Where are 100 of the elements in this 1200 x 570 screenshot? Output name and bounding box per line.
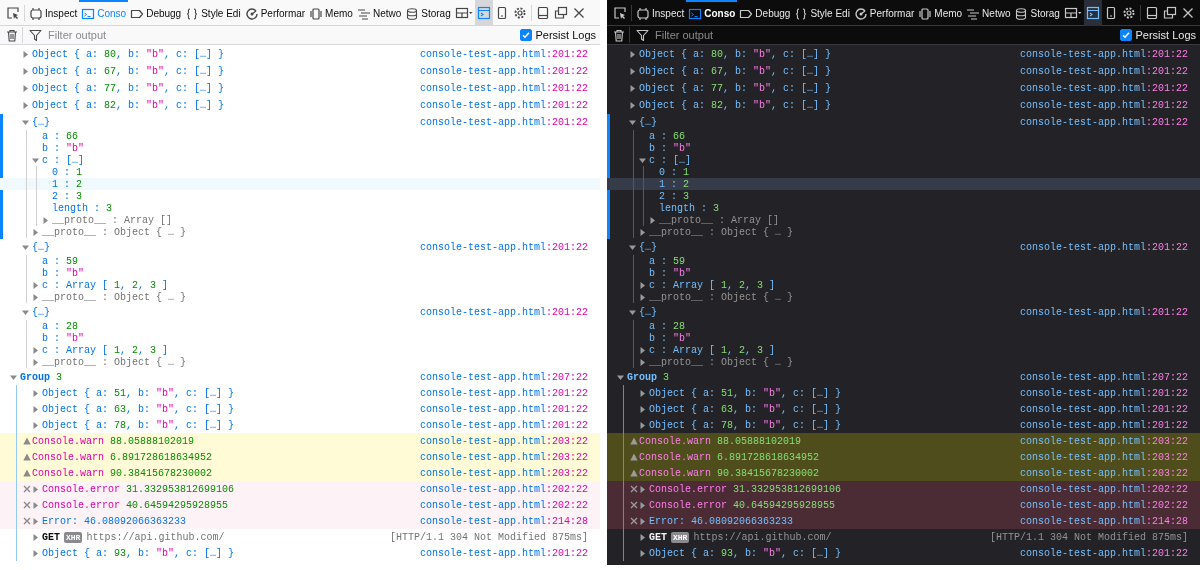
log-text: Object { a: 67, b: "b", c: […] } xyxy=(32,65,225,77)
source-link[interactable]: console-test-app.html:203:22 xyxy=(1019,467,1188,479)
source-link[interactable]: console-test-app.html:201:22 xyxy=(419,48,588,60)
request-method: GET xyxy=(649,531,667,543)
filter-field[interactable]: Filter output xyxy=(48,29,198,41)
source-link[interactable]: console-test-app.html:202:22 xyxy=(1019,499,1188,511)
source-link[interactable]: console-test-app.html:201:22 xyxy=(1019,241,1188,253)
log-text: c : […] xyxy=(42,154,84,166)
source-link[interactable]: console-test-app.html:201:22 xyxy=(1019,99,1188,111)
devtools-tab[interactable]: Inspect xyxy=(634,0,687,26)
source-link[interactable]: console-test-app.html:203:22 xyxy=(1019,451,1188,463)
log-text: c : Array [ 1, 2, 3 ] xyxy=(649,279,776,291)
log-text: c : […] xyxy=(649,154,691,166)
log-text: Object { a: 80, b: "b", c: […] } xyxy=(639,48,832,60)
log-text: Console.warn 6.891728618634952 xyxy=(639,451,820,463)
source-link[interactable]: console-test-app.html:201:22 xyxy=(419,387,588,399)
log-text: __proto__ : Object { … } xyxy=(649,226,794,238)
devtools-tab[interactable]: Style Edi xyxy=(792,0,852,26)
source-link[interactable]: console-test-app.html:201:22 xyxy=(1019,419,1188,431)
log-text: length : 3 xyxy=(659,202,720,214)
source-link[interactable]: console-test-app.html:202:22 xyxy=(419,483,588,495)
log-text: 2 : 3 xyxy=(52,190,83,202)
log-text: __proto__ : Object { … } xyxy=(42,356,187,368)
log-text: {…} xyxy=(639,306,657,318)
devtools-tab[interactable]: Style Edi xyxy=(183,0,243,26)
checkbox-label: Persist Logs xyxy=(535,29,596,41)
source-link[interactable]: console-test-app.html:201:22 xyxy=(1019,48,1188,60)
source-link[interactable]: console-test-app.html:201:22 xyxy=(419,306,588,318)
devtools-tab[interactable]: Debugg xyxy=(128,0,184,26)
source-link[interactable]: console-test-app.html:207:22 xyxy=(419,371,588,383)
xhr-badge: XHR xyxy=(64,531,83,543)
log-text: Console.warn 90.38415678230002 xyxy=(639,467,820,479)
source-link[interactable]: console-test-app.html:201:22 xyxy=(419,241,588,253)
log-text: Console.error 31.332953812699106 xyxy=(42,483,235,495)
log-text: 2 : 3 xyxy=(659,190,690,202)
devtools-tab[interactable]: Netwo xyxy=(964,0,1013,26)
devtools-tab[interactable]: Debugg xyxy=(737,0,793,26)
log-text: a : 28 xyxy=(42,320,79,332)
log-text: 1 : 2 xyxy=(52,178,83,190)
log-text: Object { a: 51, b: "b", c: […] } xyxy=(649,387,842,399)
log-text: length : 3 xyxy=(52,202,113,214)
log-text: a : 66 xyxy=(649,130,686,142)
log-text: Object { a: 82, b: "b", c: […] } xyxy=(639,99,832,111)
devtools-tab[interactable]: Netwo xyxy=(354,0,404,26)
source-link[interactable]: console-test-app.html:201:22 xyxy=(419,403,588,415)
source-link[interactable]: console-test-app.html:203:22 xyxy=(419,451,588,463)
log-text: Object { a: 93, b: "b", c: […] } xyxy=(649,547,842,559)
devtools-tab[interactable]: Performar xyxy=(851,0,917,26)
log-text: c : Array [ 1, 2, 3 ] xyxy=(42,279,169,291)
source-link[interactable]: console-test-app.html:201:22 xyxy=(1019,306,1188,318)
log-text: Group 3 xyxy=(20,371,63,383)
source-link[interactable]: console-test-app.html:214:28 xyxy=(1019,515,1188,527)
devtools-tab[interactable]: Memo xyxy=(307,0,355,26)
request-url: https://api.github.com/ xyxy=(86,531,225,543)
source-link[interactable]: console-test-app.html:203:22 xyxy=(419,467,588,479)
source-link[interactable]: console-test-app.html:203:22 xyxy=(419,435,588,447)
source-link[interactable]: console-test-app.html:201:22 xyxy=(419,547,588,559)
source-link[interactable]: console-test-app.html:201:22 xyxy=(1019,116,1188,128)
log-text: Error: 46.08092066363233 xyxy=(42,515,187,527)
log-text: Object { a: 63, b: "b", c: […] } xyxy=(649,403,842,415)
log-text: Object { a: 93, b: "b", c: […] } xyxy=(42,547,235,559)
source-link[interactable]: console-test-app.html:201:22 xyxy=(1019,387,1188,399)
source-link[interactable]: console-test-app.html:201:22 xyxy=(1019,403,1188,415)
source-link[interactable]: console-test-app.html:207:22 xyxy=(1019,371,1188,383)
log-text: {…} xyxy=(32,116,50,128)
log-text: Group 3 xyxy=(627,371,670,383)
log-text: __proto__ : Array [] xyxy=(52,214,173,226)
source-link[interactable]: console-test-app.html:201:22 xyxy=(1019,82,1188,94)
log-text: Console.error 40.64594295928955 xyxy=(649,499,836,511)
log-text: Object { a: 78, b: "b", c: […] } xyxy=(649,419,842,431)
source-link[interactable]: console-test-app.html:202:22 xyxy=(1019,483,1188,495)
request-status: [HTTP/1.1 304 Not Modified 875ms] xyxy=(989,531,1188,543)
log-text: Console.warn 90.38415678230002 xyxy=(32,467,213,479)
source-link[interactable]: console-test-app.html:214:28 xyxy=(419,515,588,527)
log-text: 0 : 1 xyxy=(52,166,83,178)
source-link[interactable]: console-test-app.html:201:22 xyxy=(419,116,588,128)
source-link[interactable]: console-test-app.html:202:22 xyxy=(419,499,588,511)
devtools-tab[interactable]: Performar xyxy=(242,0,308,26)
log-text: Object { a: 51, b: "b", c: […] } xyxy=(42,387,235,399)
log-text: b : "b" xyxy=(42,332,85,344)
log-text: c : Array [ 1, 2, 3 ] xyxy=(42,344,169,356)
source-link[interactable]: console-test-app.html:201:22 xyxy=(1019,65,1188,77)
source-link[interactable]: console-test-app.html:201:22 xyxy=(1019,547,1188,559)
log-text: Console.warn 88.05888102019 xyxy=(32,435,195,447)
log-text: Console.error 40.64594295928955 xyxy=(42,499,229,511)
source-link[interactable]: console-test-app.html:203:22 xyxy=(1019,435,1188,447)
source-link[interactable]: console-test-app.html:201:22 xyxy=(419,65,588,77)
devtools-tab[interactable]: Storag xyxy=(403,0,453,26)
log-text: Object { a: 77, b: "b", c: […] } xyxy=(639,82,832,94)
devtools-tab[interactable]: Memo xyxy=(916,0,965,26)
filter-field[interactable]: Filter output xyxy=(655,29,805,41)
source-link[interactable]: console-test-app.html:201:22 xyxy=(419,419,588,431)
log-text: Object { a: 77, b: "b", c: […] } xyxy=(32,82,225,94)
log-text: __proto__ : Object { … } xyxy=(42,226,187,238)
log-text: 1 : 2 xyxy=(659,178,690,190)
source-link[interactable]: console-test-app.html:201:22 xyxy=(419,82,588,94)
devtools-tab[interactable]: Storag xyxy=(1012,0,1062,26)
devtools-tab[interactable]: Inspect xyxy=(27,0,80,26)
log-text: b : "b" xyxy=(649,332,692,344)
source-link[interactable]: console-test-app.html:201:22 xyxy=(419,99,588,111)
